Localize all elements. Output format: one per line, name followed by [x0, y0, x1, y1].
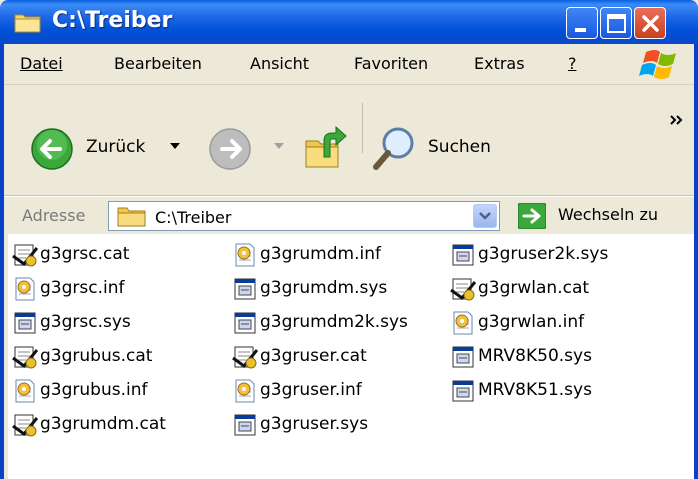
file-name: g3grwlan.inf — [478, 312, 585, 332]
maximize-icon — [607, 14, 626, 33]
folder-up-icon — [305, 125, 347, 168]
file-name: g3grumdm.inf — [260, 244, 381, 264]
file-item[interactable]: g3grumdm.inf — [232, 240, 442, 270]
address-dropdown-button[interactable] — [473, 204, 497, 228]
system-file-icon — [452, 380, 474, 402]
back-button[interactable]: Zurück — [30, 125, 190, 170]
file-name: g3grsc.inf — [40, 278, 125, 298]
go-label: Wechseln zu — [558, 205, 659, 224]
certificate-file-icon — [450, 278, 476, 301]
file-item[interactable]: g3grwlan.cat — [450, 274, 680, 304]
system-file-icon — [452, 244, 474, 266]
toolbar-separator — [362, 103, 363, 153]
file-name: g3grsc.cat — [40, 244, 130, 264]
forward-arrow-icon — [209, 128, 251, 170]
minimize-icon — [575, 28, 586, 32]
window-border — [694, 44, 698, 479]
windows-logo-icon — [639, 50, 676, 79]
file-item[interactable]: g3grumdm.sys — [232, 274, 442, 304]
menu-bearbeiten[interactable]: Bearbeiten — [114, 54, 202, 73]
system-file-icon — [234, 414, 256, 436]
file-name: g3grumdm2k.sys — [260, 312, 408, 332]
go-button[interactable]: Wechseln zu — [514, 202, 694, 230]
setup-info-file-icon — [453, 311, 473, 335]
search-button[interactable]: Suchen — [372, 125, 512, 170]
close-icon — [642, 15, 659, 32]
file-item[interactable]: g3gruser2k.sys — [450, 240, 680, 270]
maximize-button[interactable] — [600, 7, 632, 39]
file-name: g3gruser.inf — [260, 380, 362, 400]
certificate-file-icon — [12, 244, 38, 267]
toolbar-overflow-icon[interactable] — [670, 115, 684, 125]
setup-info-file-icon — [15, 277, 35, 301]
address-field[interactable]: C:\Treiber — [108, 201, 500, 231]
close-button[interactable] — [634, 7, 666, 39]
system-file-icon — [452, 346, 474, 368]
file-item[interactable]: g3grsc.inf — [12, 274, 222, 304]
folder-icon — [14, 14, 41, 33]
file-item[interactable]: g3grsc.cat — [12, 240, 222, 270]
go-arrow-icon — [518, 203, 546, 229]
address-label: Adresse — [22, 206, 86, 225]
window-title: C:\Treiber — [52, 8, 173, 33]
menu-favoriten[interactable]: Favoriten — [354, 54, 428, 73]
file-item[interactable]: g3grumdm2k.sys — [232, 308, 442, 338]
file-item[interactable]: g3grubus.inf — [12, 376, 222, 406]
file-item[interactable]: g3grubus.cat — [12, 342, 222, 372]
certificate-file-icon — [12, 346, 38, 369]
menu-ansicht[interactable]: Ansicht — [250, 54, 309, 73]
file-name: MRV8K50.sys — [478, 346, 592, 366]
title-bar[interactable]: C:\Treiber — [0, 0, 698, 44]
address-value: C:\Treiber — [155, 208, 232, 227]
certificate-file-icon — [12, 414, 38, 437]
up-folder-button[interactable] — [302, 123, 352, 171]
back-label: Zurück — [86, 137, 146, 157]
explorer-window: C:\Treiber Datei Bearbeiten Ansicht Favo… — [0, 0, 698, 479]
back-arrow-icon — [31, 128, 73, 170]
file-name: g3grumdm.cat — [40, 414, 166, 434]
setup-info-file-icon — [235, 379, 255, 403]
toolbar: Zurück Suchen — [0, 85, 698, 196]
file-name: g3gruser.cat — [260, 346, 367, 366]
file-item[interactable]: g3gruser.cat — [232, 342, 442, 372]
file-item[interactable]: g3grwlan.inf — [450, 308, 680, 338]
file-item[interactable]: g3grumdm.cat — [12, 410, 222, 440]
address-bar: Adresse C:\Treiber Wechseln zu — [0, 196, 698, 235]
setup-info-file-icon — [235, 243, 255, 267]
menu-help[interactable]: ? — [568, 54, 577, 73]
file-name: g3gruser2k.sys — [478, 244, 609, 264]
file-name: g3grsc.sys — [40, 312, 131, 332]
menu-datei[interactable]: Datei — [20, 54, 63, 73]
system-file-icon — [234, 312, 256, 334]
minimize-button[interactable] — [566, 7, 598, 39]
file-item[interactable]: MRV8K51.sys — [450, 376, 680, 406]
file-name: g3grwlan.cat — [478, 278, 590, 298]
file-item[interactable]: g3grsc.sys — [12, 308, 222, 338]
search-label: Suchen — [428, 137, 491, 157]
chevron-down-icon[interactable] — [274, 143, 284, 151]
file-name: MRV8K51.sys — [478, 380, 592, 400]
system-file-icon — [234, 278, 256, 300]
file-item[interactable]: g3gruser.sys — [232, 410, 442, 440]
file-name: g3grubus.cat — [40, 346, 153, 366]
setup-info-file-icon — [15, 379, 35, 403]
chevron-down-icon — [479, 212, 491, 220]
file-name: g3gruser.sys — [260, 414, 369, 434]
search-icon — [373, 127, 414, 170]
file-name: g3grumdm.sys — [260, 278, 388, 298]
file-item[interactable]: g3gruser.inf — [232, 376, 442, 406]
certificate-file-icon — [232, 346, 258, 369]
chevron-down-icon[interactable] — [170, 143, 180, 151]
folder-icon — [117, 207, 146, 227]
file-name: g3grubus.inf — [40, 380, 148, 400]
system-file-icon — [14, 312, 36, 334]
menu-extras[interactable]: Extras — [474, 54, 525, 73]
file-item[interactable]: MRV8K50.sys — [450, 342, 680, 372]
menu-bar: Datei Bearbeiten Ansicht Favoriten Extra… — [0, 44, 698, 85]
window-border — [0, 44, 4, 479]
forward-button[interactable] — [208, 125, 288, 170]
file-list: g3grsc.cat g3grsc.inf g3grsc.sys g3grubu… — [8, 234, 698, 479]
